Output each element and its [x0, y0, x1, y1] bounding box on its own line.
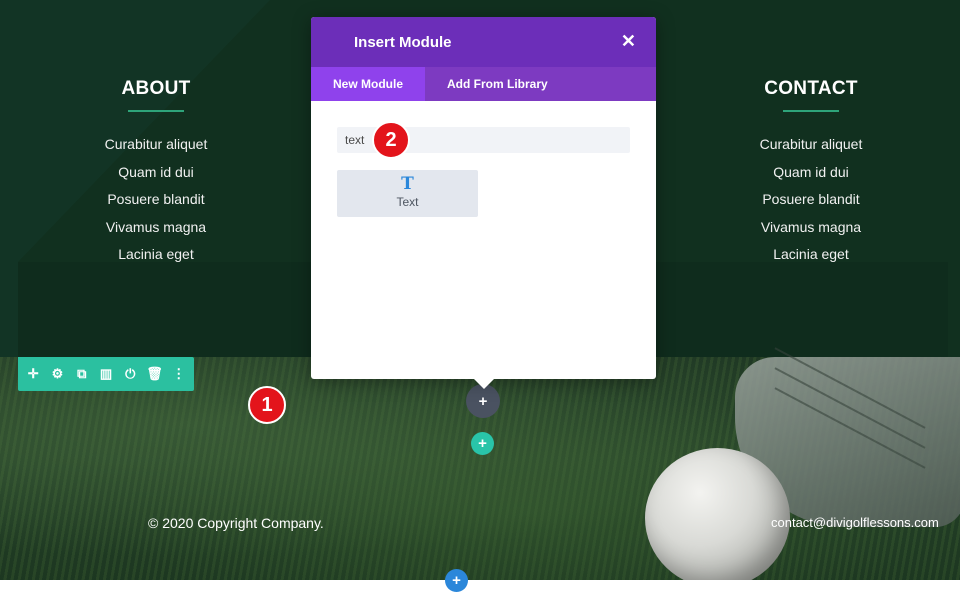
- contact-heading: CONTACT: [764, 78, 858, 99]
- contact-link[interactable]: Quam id dui: [691, 165, 931, 179]
- contact-link[interactable]: Posuere blandit: [691, 192, 931, 206]
- about-link[interactable]: Posuere blandit: [36, 192, 276, 206]
- add-section-button[interactable]: +: [445, 569, 468, 592]
- row-settings-toolbar: ✛ ⚙ ⧉ ▥ ⏻ 🗑 ⋮: [18, 357, 194, 391]
- modal-title: Insert Module: [354, 33, 452, 51]
- copyright-text: © 2020 Copyright Company.: [148, 515, 324, 531]
- more-icon[interactable]: ⋮: [170, 366, 188, 382]
- about-link[interactable]: Curabitur aliquet: [36, 137, 276, 151]
- trash-icon[interactable]: 🗑: [146, 366, 164, 382]
- club-groove: [774, 347, 926, 429]
- club-groove: [774, 387, 926, 469]
- club-groove: [774, 367, 926, 449]
- modal-tabs: New Module Add From Library: [311, 67, 656, 101]
- modal-header: Insert Module ✕: [311, 17, 656, 67]
- tab-new-module[interactable]: New Module: [311, 67, 426, 101]
- settings-icon[interactable]: ⚙: [49, 366, 67, 382]
- about-link[interactable]: Quam id dui: [36, 165, 276, 179]
- about-link[interactable]: Lacinia eget: [36, 247, 276, 261]
- page: ABOUT Curabitur aliquet Quam id dui Posu…: [0, 0, 960, 600]
- power-icon[interactable]: ⏻: [121, 366, 139, 382]
- about-link-list: Curabitur aliquet Quam id dui Posuere bl…: [36, 137, 276, 261]
- contact-email-link[interactable]: contact@divigolflessons.com: [771, 515, 939, 530]
- golf-ball-image: [645, 448, 790, 588]
- about-column: ABOUT Curabitur aliquet Quam id dui Posu…: [36, 78, 276, 275]
- step-badge-1: 1: [248, 386, 286, 424]
- insert-module-modal: Insert Module ✕ New Module Add From Libr…: [311, 17, 656, 389]
- text-module-option[interactable]: T Text: [337, 170, 478, 217]
- tab-add-from-library[interactable]: Add From Library: [425, 67, 570, 101]
- about-heading-underline: [128, 110, 184, 112]
- contact-link[interactable]: Curabitur aliquet: [691, 137, 931, 151]
- step-badge-2: 2: [372, 121, 410, 159]
- contact-column: CONTACT Curabitur aliquet Quam id dui Po…: [691, 78, 931, 275]
- contact-link[interactable]: Vivamus magna: [691, 220, 931, 234]
- contact-link[interactable]: Lacinia eget: [691, 247, 931, 261]
- close-icon[interactable]: ✕: [621, 31, 636, 52]
- about-heading: ABOUT: [121, 78, 191, 99]
- columns-icon[interactable]: ▥: [97, 366, 115, 382]
- duplicate-icon[interactable]: ⧉: [73, 366, 91, 382]
- module-option-label: Text: [396, 195, 419, 209]
- add-row-button[interactable]: +: [471, 432, 494, 455]
- add-module-button[interactable]: +: [466, 384, 500, 418]
- text-icon: T: [401, 174, 414, 194]
- about-link[interactable]: Vivamus magna: [36, 220, 276, 234]
- contact-heading-underline: [783, 110, 839, 112]
- contact-link-list: Curabitur aliquet Quam id dui Posuere bl…: [691, 137, 931, 261]
- page-bottom-strip: [0, 580, 960, 600]
- move-icon[interactable]: ✛: [24, 366, 42, 382]
